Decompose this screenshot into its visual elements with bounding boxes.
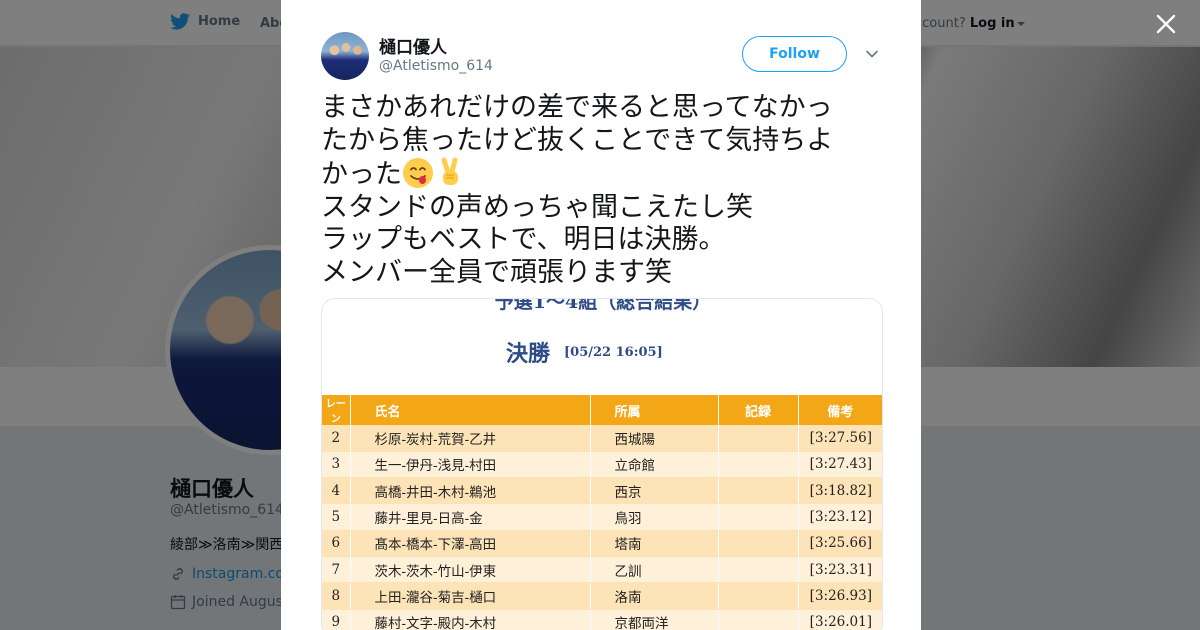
final-datetime: [05/22 16:05] [564,345,663,360]
record-cell [718,609,799,630]
record-cell [718,503,799,531]
column-header-note: 備考 [798,395,882,425]
results-header-row: レーン 氏名 所属 記録 備考 [322,395,882,425]
tweet-text: まさかあれだけの差で来ると思ってなかっ たから焦ったけど抜くことできて気持ちよ … [321,92,891,289]
team-cell: 鳥羽 [590,503,719,531]
tweet-text-line: たから焦ったけど抜くことできて気持ちよ [321,124,834,156]
table-row: 3 生一-伊丹-浅見-村田 立命館 [3:27.43] [322,451,882,479]
team-cell: 洛南 [590,582,719,610]
note-cell: [3:27.43] [798,451,882,479]
note-cell: [3:23.31] [798,556,882,584]
record-cell [718,451,799,479]
team-cell: 西城陽 [590,425,719,452]
tweet-text-line: メンバー全員で頑張ります笑 [321,256,672,288]
names-cell: 生一-伊丹-浅見-村田 [350,451,591,479]
victory-hand-emoji-icon [441,157,458,185]
table-row: 6 髙本-橋本-下澤-高田 塔南 [3:25.66] [322,530,882,557]
column-header-name: 氏名 [350,395,591,425]
team-cell: 立命館 [590,451,719,479]
record-cell [718,425,799,452]
close-icon[interactable] [1152,10,1180,38]
record-cell [718,530,799,557]
names-cell: 高橋-井田-木村-鵜池 [350,477,591,505]
table-row: 5 藤井-里見-日高-金 鳥羽 [3:23.12] [322,503,882,531]
final-label: 決勝 [506,341,551,367]
tweet-text-line-with-emoji: かった [321,157,891,192]
team-cell: 乙訓 [590,556,719,584]
tweet-author-avatar[interactable] [321,32,369,80]
table-row: 7 茨木-茨木-竹山-伊東 乙訓 [3:23.31] [322,556,882,584]
note-cell: [3:26.01] [798,609,882,630]
lane-cell: 5 [322,503,351,531]
record-cell [718,477,799,505]
tweet-modal: 樋口優人 @Atletismo_614 Follow まさかあれだけの差で来ると… [281,0,921,630]
names-cell: 上田-瀧谷-菊吉-樋口 [350,582,591,610]
table-row: 4 高橋-井田-木村-鵜池 西京 [3:18.82] [322,477,882,505]
table-row: 2 杉原-炭村-荒賀-乙井 西城陽 [3:27.56] [322,425,882,452]
note-cell: [3:27.56] [798,425,882,452]
team-cell: 京都両洋 [590,609,719,630]
results-table: レーン 氏名 所属 記録 備考 2 杉原-炭村-荒賀-乙井 西城陽 [3:27.56]… [322,395,882,630]
team-cell: 塔南 [590,530,719,557]
chevron-down-icon[interactable] [864,46,880,62]
note-cell: [3:23.12] [798,503,882,531]
column-header-lane: レーン [322,395,351,425]
results-body: 2 杉原-炭村-荒賀-乙井 西城陽 [3:27.56] 3 生一-伊丹-浅見-村田 立命館 [… [322,425,882,630]
team-cell: 西京 [590,477,719,505]
savoring-face-emoji-icon [403,158,433,188]
tweet-text-line: スタンドの声めっちゃ聞こえたし笑 [321,191,753,223]
note-cell: [3:25.66] [798,530,882,557]
follow-button[interactable]: Follow [742,36,847,72]
note-cell: [3:18.82] [798,477,882,505]
lane-cell: 7 [322,556,351,584]
lane-cell: 6 [322,530,351,557]
names-cell: 髙本-橋本-下澤-高田 [350,530,591,557]
tweet-text-line: まさかあれだけの差で来ると思ってなかっ [321,92,833,123]
lane-cell: 8 [322,582,351,610]
lane-cell: 9 [322,609,351,630]
column-header-team: 所属 [590,395,719,425]
lane-cell: 4 [322,477,351,505]
lane-cell: 3 [322,451,351,479]
names-cell: 藤村-文字-殿内-木村 [350,609,591,630]
names-cell: 藤井-里見-日高-金 [350,503,591,531]
table-row: 8 上田-瀧谷-菊吉-樋口 洛南 [3:26.93] [322,582,882,610]
tweet-author-name[interactable]: 樋口優人 [379,33,447,58]
tweet-text-line: ラップもベストで、明日は決勝。 [321,224,726,255]
record-cell [718,556,799,584]
tweet-author-handle[interactable]: @Atletismo_614 [379,58,493,74]
tweet-text-segment: かった [321,159,402,190]
lane-cell: 2 [322,425,351,452]
results-heading: 予選1〜4組（総合結果） [494,298,712,313]
names-cell: 杉原-炭村-荒賀-乙井 [350,425,591,452]
tweet-media-image[interactable]: 予選1〜4組（総合結果） 決勝 [05/22 16:05] レーン 氏名 所属 … [321,298,883,630]
column-header-record: 記録 [718,395,799,425]
names-cell: 茨木-茨木-竹山-伊東 [350,556,591,584]
note-cell: [3:26.93] [798,582,882,610]
table-row: 9 藤村-文字-殿内-木村 京都両洋 [3:26.01] [322,609,882,630]
record-cell [718,582,799,610]
